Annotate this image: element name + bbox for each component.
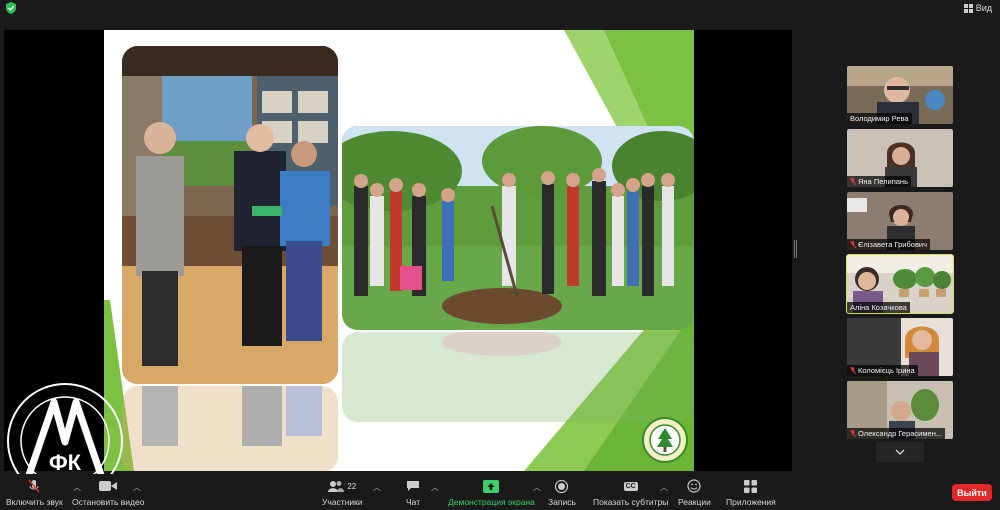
microphone-muted-icon: [850, 367, 856, 374]
participant-tile[interactable]: Єлізавета Грибович: [847, 192, 953, 250]
shield-icon[interactable]: [6, 2, 16, 14]
watermark-letters: ФК: [49, 450, 82, 475]
show-captions-button[interactable]: CC Показать субтитры: [593, 474, 668, 510]
caret-up-icon[interactable]: ︿: [533, 482, 541, 493]
caret-up-icon[interactable]: ︿: [133, 482, 141, 493]
view-label: Вид: [975, 3, 992, 13]
meeting-toolbar: Включить звук ︿ Остановить видео ︿ 22 Уч…: [0, 474, 1000, 510]
participant-tile[interactable]: Коломієць Ірина: [847, 318, 953, 376]
caret-up-icon[interactable]: ︿: [431, 482, 439, 493]
chat-button[interactable]: Чат: [406, 474, 420, 510]
zoom-meeting-window: Вид Володимир Рева Яна Пелипань Єлізавет…: [0, 0, 1000, 510]
slide-decoration-top: [564, 30, 694, 140]
chat-icon: [407, 481, 420, 491]
leave-meeting-button[interactable]: Выйти: [952, 484, 992, 501]
split-resize-handle[interactable]: [794, 240, 797, 258]
museum-photo: [122, 46, 338, 384]
participant-tile-active-speaker[interactable]: Аліна Козачкова: [846, 254, 954, 314]
microphone-muted-icon: [850, 241, 856, 248]
tree-planting-photo: [342, 126, 694, 330]
participants-button[interactable]: 22 Участники: [322, 474, 363, 510]
participants-icon: [328, 481, 345, 492]
share-screen-button[interactable]: Демонстрация экрана: [448, 474, 535, 510]
participant-tile[interactable]: Олександр Герасимен...: [847, 381, 953, 439]
participant-name-label: Єлізавета Грибович: [847, 239, 931, 250]
microphone-muted-icon: [850, 430, 856, 437]
gallery-view-icon: [963, 3, 973, 13]
reactions-icon: [687, 479, 702, 493]
unmute-button[interactable]: Включить звук: [6, 474, 63, 510]
participant-name-label: Володимир Рева: [847, 113, 912, 124]
apps-icon: [744, 479, 758, 493]
reactions-button[interactable]: Реакции: [678, 474, 711, 510]
microphone-muted-icon: [28, 479, 40, 493]
participant-tile[interactable]: Володимир Рева: [847, 66, 953, 124]
presentation-slide: [104, 30, 694, 471]
video-camera-icon: [99, 481, 118, 491]
view-button[interactable]: Вид: [963, 1, 992, 15]
participant-gallery: Володимир Рева Яна Пелипань Єлізавета Гр…: [846, 66, 954, 444]
participant-tile[interactable]: Яна Пелипань: [847, 129, 953, 187]
participant-name-label: Олександр Герасимен...: [847, 428, 946, 439]
microphone-muted-icon: [850, 178, 856, 185]
apps-button[interactable]: Приложения: [726, 474, 776, 510]
participant-name-label: Яна Пелипань: [847, 176, 911, 187]
chevron-down-icon: [895, 449, 905, 455]
record-icon: [555, 479, 569, 493]
caret-up-icon[interactable]: ︿: [660, 482, 668, 493]
participant-name-label: Аліна Козачкова: [847, 302, 910, 313]
caret-up-icon[interactable]: ︿: [373, 482, 381, 493]
gallery-next-page-button[interactable]: [876, 442, 924, 462]
top-bar: Вид: [0, 0, 1000, 16]
participant-name-label: Коломієць Ірина: [847, 365, 918, 376]
participants-count: 22: [347, 481, 357, 491]
tree-planting-photo-reflection: [342, 332, 694, 422]
captions-icon: CC: [623, 481, 638, 491]
share-screen-icon: [483, 479, 500, 493]
record-button[interactable]: Запись: [548, 474, 576, 510]
college-emblem-icon: [642, 417, 688, 463]
museum-photo-reflection: [122, 386, 338, 471]
